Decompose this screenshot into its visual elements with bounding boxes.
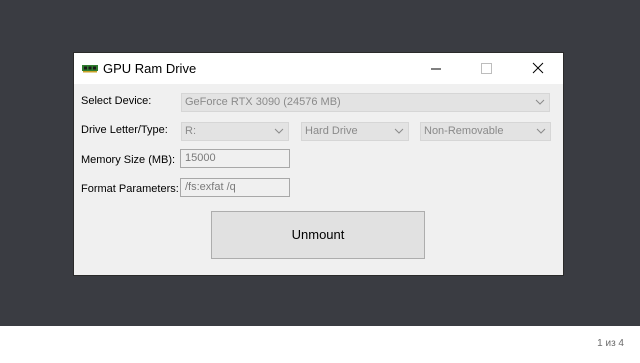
unmount-button[interactable]: Unmount bbox=[211, 211, 425, 259]
window-title: GPU Ram Drive bbox=[103, 61, 197, 76]
device-select-value: GeForce RTX 3090 (24576 MB) bbox=[185, 96, 341, 108]
memory-label: Memory Size (MB): bbox=[81, 154, 176, 166]
device-label: Select Device: bbox=[81, 95, 152, 107]
close-button[interactable] bbox=[515, 53, 561, 84]
app-window: GPU Ram Drive Select Device: GeForce RTX… bbox=[74, 53, 563, 275]
format-params-value: /fs:exfat /q bbox=[185, 181, 236, 193]
removable-select[interactable]: Non-Removable bbox=[420, 122, 551, 141]
drive-letter-select[interactable]: R: bbox=[181, 122, 289, 141]
minimize-button[interactable] bbox=[413, 53, 459, 84]
close-icon bbox=[532, 62, 544, 74]
device-select[interactable]: GeForce RTX 3090 (24576 MB) bbox=[181, 93, 550, 112]
chevron-down-icon bbox=[536, 128, 546, 134]
drive-type-select[interactable]: Hard Drive bbox=[301, 122, 409, 141]
minimize-icon bbox=[431, 68, 441, 70]
chevron-down-icon bbox=[535, 99, 545, 105]
memory-size-value: 15000 bbox=[185, 152, 216, 164]
chevron-down-icon bbox=[274, 128, 284, 134]
viewer-footer: 1 из 4 bbox=[0, 326, 640, 363]
viewer-backdrop: GPU Ram Drive Select Device: GeForce RTX… bbox=[0, 0, 640, 326]
chevron-down-icon bbox=[394, 128, 404, 134]
ram-module-icon bbox=[82, 65, 98, 73]
drive-letter-value: R: bbox=[185, 125, 196, 137]
removable-value: Non-Removable bbox=[424, 125, 504, 137]
drive-label: Drive Letter/Type: bbox=[81, 124, 168, 136]
page-counter: 1 из 4 bbox=[597, 338, 624, 349]
maximize-icon bbox=[481, 63, 492, 74]
format-params-field[interactable]: /fs:exfat /q bbox=[180, 178, 290, 197]
maximize-button[interactable] bbox=[463, 53, 509, 84]
format-label: Format Parameters: bbox=[81, 183, 179, 195]
title-bar[interactable]: GPU Ram Drive bbox=[74, 53, 563, 84]
memory-size-field[interactable]: 15000 bbox=[180, 149, 290, 168]
drive-type-value: Hard Drive bbox=[305, 125, 358, 137]
